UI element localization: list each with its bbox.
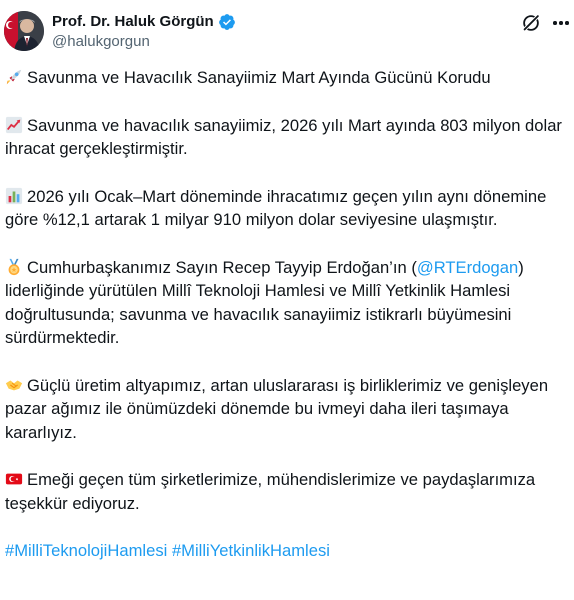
paragraph-text: Emeği geçen tüm şirketlerimize, mühendis… [5, 470, 536, 513]
tweet-paragraph-4: Cumhurbaşkanımız Sayın Recep Tayyip Erdo… [5, 256, 565, 350]
paragraph-text: 2026 yılı Ocak–Mart döneminde ihracatımı… [5, 186, 547, 230]
tweet-text: Savunma ve Havacılık Sanayiimiz Mart Ayı… [5, 66, 565, 587]
turkey-flag-icon [5, 470, 23, 488]
verified-badge-icon[interactable] [218, 13, 236, 31]
paragraph-text-before: Cumhurbaşkanımız Sayın Recep Tayyip Erdo… [27, 257, 417, 277]
mention-link[interactable]: @RTErdogan [417, 258, 518, 277]
author-name[interactable]: Prof. Dr. Haluk Görgün [52, 12, 214, 32]
author-name-row: Prof. Dr. Haluk Görgün [52, 12, 236, 32]
avatar[interactable] [4, 11, 44, 51]
rocket-icon [5, 68, 23, 86]
handshake-icon [5, 376, 23, 394]
tweet-hashtags: #MilliTeknolojiHamlesi #MilliYetkinlikHa… [5, 539, 565, 563]
chart-increasing-icon [5, 116, 23, 134]
tweet-paragraph-6: Emeği geçen tüm şirketlerimize, mühendis… [5, 468, 565, 515]
tweet-paragraph-5: Güçlü üretim altyapımız, artan uluslarar… [5, 374, 565, 445]
grok-icon[interactable] [520, 12, 542, 34]
tweet-header: Prof. Dr. Haluk Görgün @halukgorgun [0, 0, 574, 62]
hashtag-link[interactable]: #MilliYetkinlikHamlesi [172, 541, 330, 560]
tweet-paragraph-2: Savunma ve havacılık sanayiimiz, 2026 yı… [5, 114, 565, 161]
more-options-icon[interactable] [551, 12, 571, 34]
tweet-paragraph-1: Savunma ve Havacılık Sanayiimiz Mart Ayı… [5, 66, 565, 90]
paragraph-text: Savunma ve Havacılık Sanayiimiz Mart Ayı… [27, 68, 491, 87]
medal-icon [5, 258, 23, 276]
author-handle[interactable]: @halukgorgun [52, 32, 150, 52]
bar-chart-icon [5, 187, 23, 205]
tweet-paragraph-3: 2026 yılı Ocak–Mart döneminde ihracatımı… [5, 185, 565, 232]
hashtag-link[interactable]: #MilliTeknolojiHamlesi [5, 541, 167, 560]
paragraph-text: Güçlü üretim altyapımız, artan uluslarar… [5, 375, 549, 442]
paragraph-text: Savunma ve havacılık sanayiimiz, 2026 yı… [5, 115, 562, 159]
